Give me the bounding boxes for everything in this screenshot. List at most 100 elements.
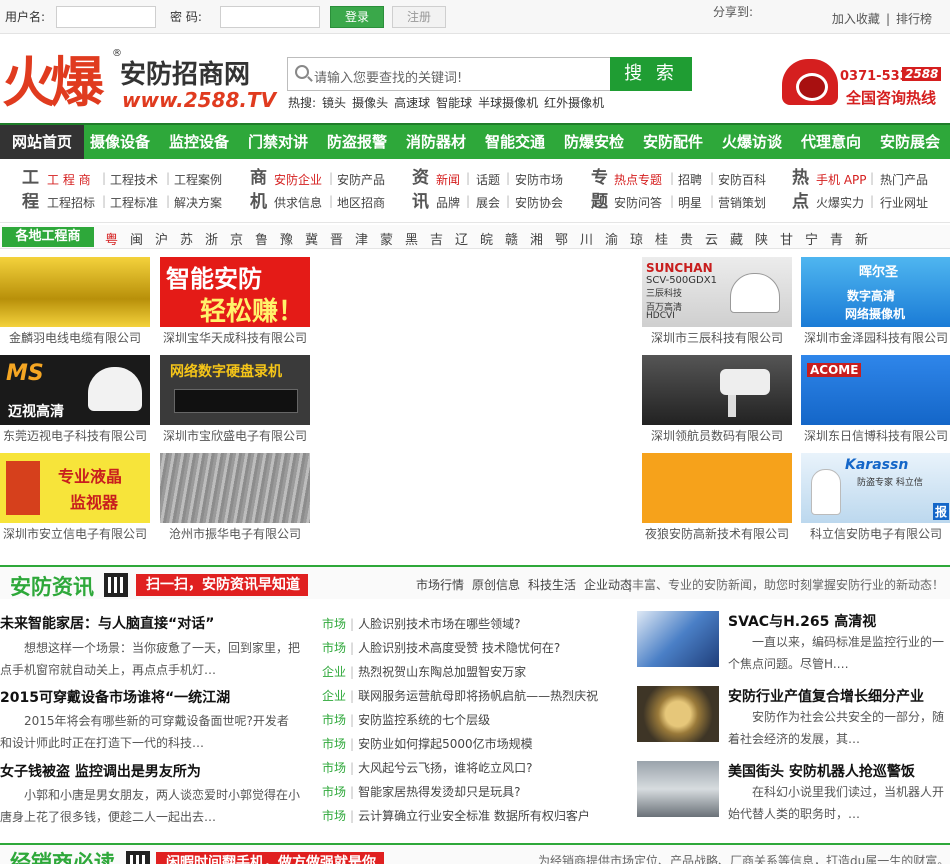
region-item[interactable]: 甘 [780, 229, 793, 248]
ad-tile[interactable]: 专业液晶 监视器 深圳市安立信电子有限公司 [0, 453, 150, 549]
ad-tile[interactable]: 沧州市振华电子有限公司 [160, 453, 310, 549]
pic-news-title[interactable]: 美国街头 安防机器人抢巡警饭 [728, 761, 915, 781]
nav-item[interactable]: 防爆安检 [564, 125, 624, 159]
article-title[interactable]: 未来智能家居：与人脑直接“对话” [0, 613, 214, 633]
news-list-item[interactable]: 市场 | 大风起兮云飞扬，谁将屹立风口? [322, 759, 532, 776]
subnav-link[interactable]: 供求信息 [274, 194, 322, 211]
nav-item[interactable]: 防盗报警 [327, 125, 387, 159]
ad-tile[interactable]: ACOME 深圳东日信博科技有限公司 [801, 355, 950, 451]
news-list-item[interactable]: 企业 | 联网服务运营航母即将扬帆启航——热烈庆祝 [322, 687, 598, 704]
search-button[interactable]: 搜 索 [610, 57, 692, 91]
article-title[interactable]: 女子钱被盗 监控调出是男友所为 [0, 761, 201, 781]
article-title[interactable]: 2015可穿戴设备市场谁将“一统江湖 [0, 687, 230, 707]
subnav-link[interactable]: 招聘 [678, 171, 702, 188]
ad-tile[interactable]: 网络数字硬盘录机 深圳市宝欣盛电子有限公司 [160, 355, 310, 451]
search-input[interactable]: 请输入您要查找的关键词! [287, 57, 611, 91]
subnav-link[interactable]: 工程标准 [110, 194, 158, 211]
region-item[interactable]: 浙 [205, 229, 218, 248]
ad-tile[interactable]: Karassn 防盗专家 科立信 报 科立信安防电子有限公司 [801, 453, 950, 549]
subnav-link[interactable]: 热门产品 [880, 171, 928, 188]
news-list-item[interactable]: 企业 | 热烈祝贺山东陶总加盟智安万家 [322, 663, 526, 680]
region-item[interactable]: 青 [830, 229, 843, 248]
ad-tile[interactable]: 晖尔圣 数字高清 网络摄像机 深圳市金泽园科技有限公司 [801, 257, 950, 353]
ad-tile[interactable]: 金麟羽电线电缆有限公司 [0, 257, 150, 353]
region-item[interactable]: 藏 [730, 229, 743, 248]
nav-item[interactable]: 消防器材 [406, 125, 466, 159]
news-category-link[interactable]: 科技生活 [528, 578, 576, 592]
region-item[interactable]: 沪 [155, 229, 168, 248]
hot-keyword[interactable]: 智能球 [436, 96, 472, 110]
subnav-link[interactable]: 安防协会 [515, 194, 563, 211]
region-item[interactable]: 鄂 [555, 229, 568, 248]
subnav-link[interactable]: 工程招标 [47, 194, 95, 211]
nav-item[interactable]: 代理意向 [801, 125, 861, 159]
news-category[interactable]: 市场 [322, 617, 346, 631]
news-list-title[interactable]: 人脸识别技术市场在哪些领域? [358, 617, 520, 631]
subnav-link[interactable]: 行业网址 [880, 194, 928, 211]
news-category[interactable]: 市场 [322, 737, 346, 751]
nav-item[interactable]: 门禁对讲 [248, 125, 308, 159]
hot-keyword[interactable]: 红外摄像机 [544, 96, 604, 110]
news-list-item[interactable]: 市场 | 人脸识别技术高度受赞 技术隐忧何在? [322, 639, 560, 656]
news-category[interactable]: 企业 [322, 665, 346, 679]
news-list-title[interactable]: 云计算确立行业安全标准 数据所有权归客户 [358, 809, 590, 823]
region-item[interactable]: 吉 [430, 229, 443, 248]
news-list-item[interactable]: 市场 | 人脸识别技术市场在哪些领域? [322, 615, 520, 632]
subnav-link[interactable]: 解决方案 [174, 194, 222, 211]
region-item[interactable]: 苏 [180, 229, 193, 248]
region-item[interactable]: 京 [230, 229, 243, 248]
subnav-link[interactable]: 地区招商 [337, 194, 385, 211]
region-item[interactable]: 新 [855, 229, 868, 248]
region-item[interactable]: 辽 [455, 229, 468, 248]
news-category-link[interactable]: 市场行情 [416, 578, 464, 592]
news-category-link[interactable]: 企业动态 [584, 578, 632, 592]
add-favorite-link[interactable]: 加入收藏 [826, 12, 886, 26]
nav-item[interactable]: 火爆访谈 [722, 125, 782, 159]
news-list-title[interactable]: 安防业如何撑起5000亿市场规模 [358, 737, 533, 751]
region-item[interactable]: 桂 [655, 229, 668, 248]
subnav-link[interactable]: 火爆实力 [816, 194, 864, 211]
ad-tile[interactable]: SUNCHAN SCV-500GDX1 三辰科技 百万高清 HDCVI 深圳市三… [642, 257, 792, 353]
region-item[interactable]: 皖 [480, 229, 493, 248]
subnav-link[interactable]: 展会 [476, 194, 500, 211]
region-item[interactable]: 鲁 [255, 229, 268, 248]
region-item[interactable]: 川 [580, 229, 593, 248]
subnav-link[interactable]: 新闻 [436, 171, 460, 188]
subnav-link[interactable]: 安防产品 [337, 171, 385, 188]
subnav-link[interactable]: 安防百科 [718, 171, 766, 188]
region-item[interactable]: 黑 [405, 229, 418, 248]
hot-keyword[interactable]: 高速球 [394, 96, 430, 110]
news-list-item[interactable]: 市场 | 安防业如何撑起5000亿市场规模 [322, 735, 533, 752]
news-thumbnail[interactable] [637, 761, 719, 817]
news-list-title[interactable]: 安防监控系统的七个层级 [358, 713, 490, 727]
news-list-item[interactable]: 市场 | 云计算确立行业安全标准 数据所有权归客户 [322, 807, 590, 824]
subnav-link[interactable]: 手机 APP [816, 171, 867, 188]
subnav-link[interactable]: 安防市场 [515, 171, 563, 188]
news-list-title[interactable]: 大风起兮云飞扬，谁将屹立风口? [358, 761, 532, 775]
subnav-link[interactable]: 营销策划 [718, 194, 766, 211]
region-item[interactable]: 湘 [530, 229, 543, 248]
region-item[interactable]: 粤 [105, 229, 118, 248]
username-input[interactable] [56, 6, 156, 28]
region-item[interactable]: 冀 [305, 229, 318, 248]
news-category[interactable]: 市场 [322, 785, 346, 799]
region-item[interactable]: 陕 [755, 229, 768, 248]
region-item[interactable]: 豫 [280, 229, 293, 248]
subnav-link[interactable]: 工 程 商 [47, 171, 91, 188]
news-list-title[interactable]: 人脸识别技术高度受赞 技术隐忧何在? [358, 641, 560, 655]
subnav-link[interactable]: 话题 [476, 171, 500, 188]
region-item[interactable]: 赣 [505, 229, 518, 248]
nav-item[interactable]: 监控设备 [169, 125, 229, 159]
news-category-link[interactable]: 原创信息 [472, 578, 520, 592]
news-list-title[interactable]: 智能家居热得发烫却只是玩具? [358, 785, 520, 799]
region-item[interactable]: 蒙 [380, 229, 393, 248]
news-thumbnail[interactable] [637, 686, 719, 742]
pic-news-title[interactable]: 安防行业产值复合增长细分产业 [728, 686, 924, 706]
region-item[interactable]: 贵 [680, 229, 693, 248]
nav-item[interactable]: 智能交通 [485, 125, 545, 159]
subnav-link[interactable]: 工程技术 [110, 171, 158, 188]
subnav-link[interactable]: 品牌 [436, 194, 460, 211]
region-item[interactable]: 闽 [130, 229, 143, 248]
news-list-item[interactable]: 市场 | 智能家居热得发烫却只是玩具? [322, 783, 520, 800]
nav-item[interactable]: 安防配件 [643, 125, 703, 159]
